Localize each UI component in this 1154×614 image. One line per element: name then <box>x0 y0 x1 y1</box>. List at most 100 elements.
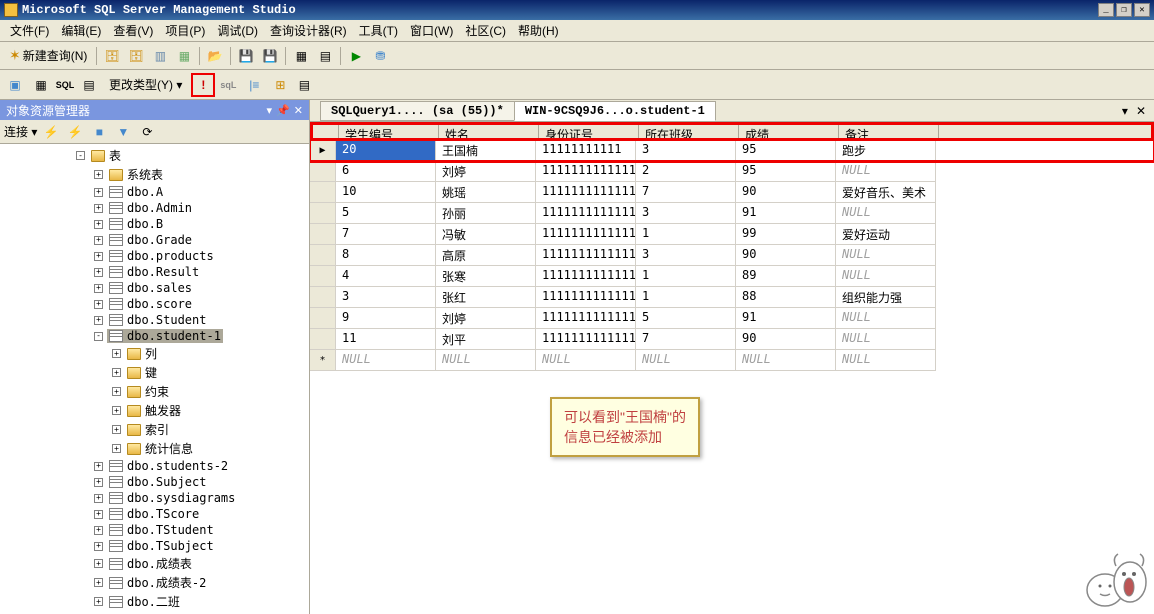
col-name[interactable]: 姓名 <box>439 125 539 140</box>
grid-cell[interactable]: 1111111111111... <box>536 182 636 203</box>
grid-cell[interactable]: 91 <box>736 308 836 329</box>
collapse-icon[interactable]: - <box>94 332 103 341</box>
close-button[interactable]: ✕ <box>1134 3 1150 17</box>
expand-icon[interactable]: + <box>94 300 103 309</box>
row-header[interactable] <box>310 266 336 287</box>
tab-dropdown-icon[interactable]: ▾ <box>1118 104 1132 118</box>
grid-cell[interactable]: NULL <box>736 350 836 371</box>
table-row[interactable]: 7冯敏1111111111111...199爱好运动 <box>310 224 1154 245</box>
table-row[interactable]: 8高原1111111111111...390NULL <box>310 245 1154 266</box>
grid-cell[interactable]: 6 <box>336 161 436 182</box>
table-row[interactable]: 10姚瑶1111111111111...790爱好音乐、美术 <box>310 182 1154 203</box>
grid-cell[interactable]: 组织能力强 <box>836 287 936 308</box>
grid-cell[interactable]: 2 <box>636 161 736 182</box>
folder-button[interactable]: ▥ <box>149 45 171 67</box>
grid-cell[interactable]: 90 <box>736 329 836 350</box>
tree-node[interactable]: +dbo.B <box>0 216 309 232</box>
tree-node[interactable]: +dbo.sales <box>0 280 309 296</box>
change-type-dropdown[interactable]: 更改类型(Y) ▾ <box>104 73 187 96</box>
col-class[interactable]: 所在班级 <box>639 125 739 140</box>
menu-window[interactable]: 窗口(W) <box>404 20 459 41</box>
expand-icon[interactable]: + <box>94 284 103 293</box>
expand-icon[interactable]: + <box>112 349 121 358</box>
row-header[interactable] <box>310 161 336 182</box>
grid-cell[interactable]: NULL <box>836 266 936 287</box>
grid-cell[interactable]: 8 <box>336 245 436 266</box>
grid-cell[interactable]: 9 <box>336 308 436 329</box>
refresh-button[interactable]: ⟳ <box>137 122 157 142</box>
grid-cell[interactable]: 1111111111111... <box>536 203 636 224</box>
table-row[interactable]: ▶20王国楠11111111111395跑步 <box>310 140 1154 161</box>
expand-icon[interactable]: + <box>94 578 103 587</box>
open-button[interactable]: 📂 <box>204 45 226 67</box>
grid-cell[interactable]: 爱好音乐、美术 <box>836 182 936 203</box>
table-row[interactable]: 4张寒1111111111111...189NULL <box>310 266 1154 287</box>
db2-icon[interactable]: 🗄 <box>125 45 147 67</box>
expand-icon[interactable]: + <box>112 444 121 453</box>
col-remark[interactable]: 备注 <box>839 125 939 140</box>
expand-icon[interactable]: + <box>94 316 103 325</box>
funnel-icon[interactable]: ▼ <box>113 122 133 142</box>
grid-cell[interactable]: 11111111111 <box>536 140 636 161</box>
minimize-button[interactable]: _ <box>1098 3 1114 17</box>
nav2-button[interactable]: ▤ <box>314 45 336 67</box>
verify-sql-button[interactable]: sqL <box>217 74 239 96</box>
table-row[interactable]: 9刘婷1111111111111...591NULL <box>310 308 1154 329</box>
add-table-button[interactable]: ⊞ <box>269 74 291 96</box>
grid-cell[interactable]: 刘婷 <box>436 308 536 329</box>
grid-cell[interactable]: 4 <box>336 266 436 287</box>
grid-cell[interactable]: 孙丽 <box>436 203 536 224</box>
tree-node[interactable]: +dbo.A <box>0 184 309 200</box>
script-button[interactable]: ▦ <box>173 45 195 67</box>
row-header[interactable] <box>310 224 336 245</box>
registered-button[interactable]: ⛃ <box>369 45 391 67</box>
grid-cell[interactable]: 3 <box>636 140 736 161</box>
grid-cell[interactable]: NULL <box>836 161 936 182</box>
grid-pane-button[interactable]: ▦ <box>30 74 52 96</box>
grid-cell[interactable]: 95 <box>736 140 836 161</box>
grid-cell[interactable]: 90 <box>736 245 836 266</box>
grid-cell[interactable]: 刘婷 <box>436 161 536 182</box>
collapse-icon[interactable]: - <box>76 151 85 160</box>
tree-node[interactable]: +dbo.products <box>0 248 309 264</box>
grid-cell[interactable]: 1111111111111... <box>536 308 636 329</box>
maximize-button[interactable]: ❐ <box>1116 3 1132 17</box>
grid-cell[interactable]: 5 <box>636 308 736 329</box>
grid-cell[interactable]: 5 <box>336 203 436 224</box>
tree-node[interactable]: +dbo.二班 <box>0 592 309 611</box>
expand-icon[interactable]: + <box>94 462 103 471</box>
filter-button[interactable]: ■ <box>89 122 109 142</box>
grid-cell[interactable]: 1 <box>636 266 736 287</box>
tab-sqlquery[interactable]: SQLQuery1.... (sa (55))* <box>320 101 515 121</box>
menu-project[interactable]: 项目(P) <box>159 20 211 41</box>
grid-cell[interactable]: NULL <box>836 245 936 266</box>
row-header[interactable] <box>310 329 336 350</box>
expand-icon[interactable]: + <box>94 204 103 213</box>
grid-cell[interactable]: 1 <box>636 224 736 245</box>
sort-asc-button[interactable]: |≡ <box>243 74 265 96</box>
grid-cell[interactable]: 3 <box>336 287 436 308</box>
grid-cell[interactable]: 3 <box>636 245 736 266</box>
table-row[interactable]: 5孙丽1111111111111...391NULL <box>310 203 1154 224</box>
grid-cell[interactable]: 张红 <box>436 287 536 308</box>
grid-cell[interactable]: 11 <box>336 329 436 350</box>
grid-cell[interactable]: 7 <box>636 182 736 203</box>
tree-node[interactable]: +dbo.Grade <box>0 232 309 248</box>
save-button[interactable]: 💾 <box>235 45 257 67</box>
grid-cell[interactable]: NULL <box>436 350 536 371</box>
menu-view[interactable]: 查看(V) <box>107 20 159 41</box>
grid-cell[interactable]: 3 <box>636 203 736 224</box>
pane-dropdown-icon[interactable]: ▾ <box>267 104 273 117</box>
grid-cell[interactable]: 7 <box>336 224 436 245</box>
tree-node[interactable]: +统计信息 <box>0 439 309 458</box>
tree-node[interactable]: +dbo.Admin <box>0 200 309 216</box>
row-header[interactable] <box>310 182 336 203</box>
menu-tools[interactable]: 工具(T) <box>353 20 404 41</box>
tree-node[interactable]: +约束 <box>0 382 309 401</box>
grid-cell[interactable]: 99 <box>736 224 836 245</box>
grid-cell[interactable]: 10 <box>336 182 436 203</box>
grid-cell[interactable]: 1111111111111... <box>536 287 636 308</box>
execute-button-highlighted[interactable]: ! <box>191 73 215 97</box>
tree-node[interactable]: +dbo.TSubject <box>0 538 309 554</box>
expand-icon[interactable]: + <box>94 510 103 519</box>
